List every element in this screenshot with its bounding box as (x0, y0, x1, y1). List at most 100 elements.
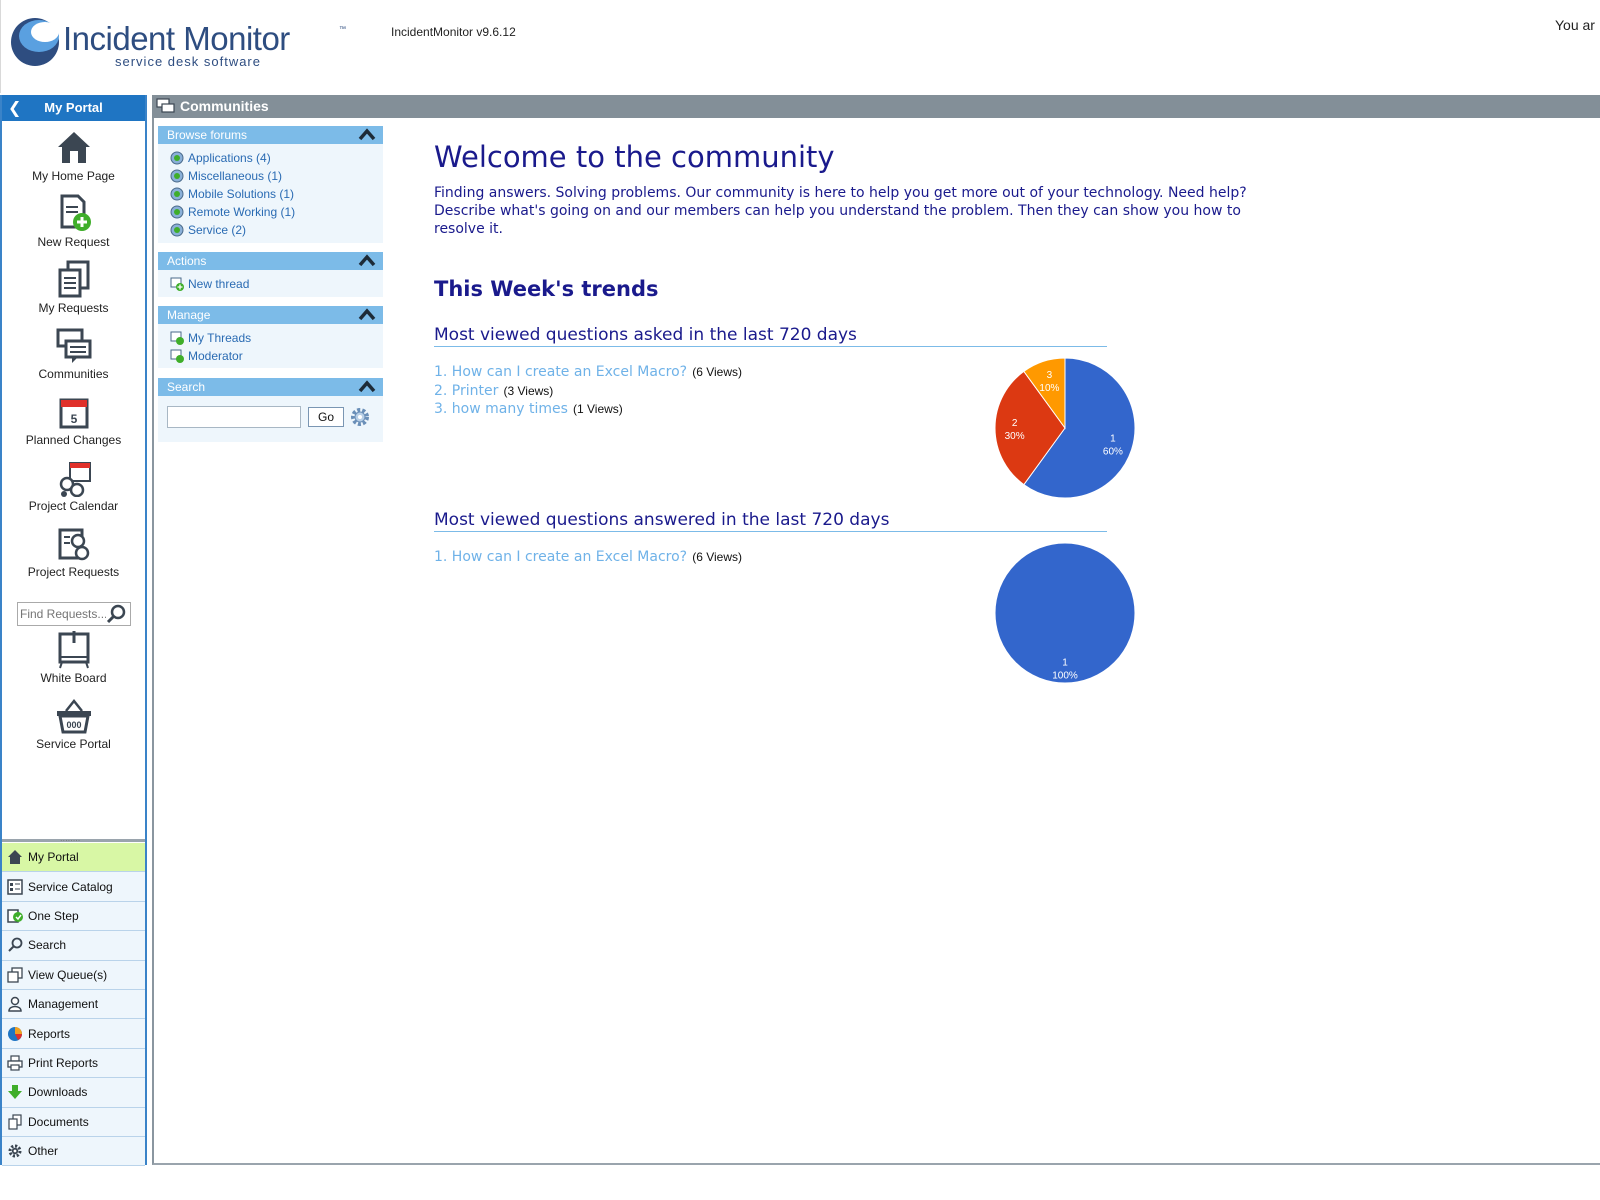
find-requests-field[interactable] (17, 602, 131, 626)
sidebar-item-new-request[interactable]: New Request (2, 193, 145, 249)
printer-icon (6, 1054, 24, 1072)
pie-slice-label: 1 (1110, 434, 1116, 445)
calendar-icon: 5 (59, 398, 88, 429)
splitter-grip: ........ (60, 834, 81, 843)
go-button[interactable]: Go (308, 407, 344, 427)
nav-item-search[interactable]: Search (2, 931, 145, 961)
collapse-icon[interactable] (358, 128, 376, 141)
actions-header[interactable]: Actions (158, 252, 383, 270)
download-icon (6, 1083, 24, 1101)
sidebar-nav-list: My Portal Service Catalog One Step Searc… (2, 843, 145, 1167)
sidebar-item-project-calendar[interactable]: Project Calendar (2, 461, 145, 513)
pie-slice-label: 1 (1062, 658, 1068, 669)
nav-item-documents[interactable]: Documents (2, 1107, 145, 1137)
nav-item-reports[interactable]: Reports (2, 1019, 145, 1049)
nav-item-service-catalog[interactable]: Service Catalog (2, 872, 145, 902)
forum-link-remote-working[interactable]: Remote Working (1) (170, 203, 383, 221)
sidebar-item-label: Project Requests (27, 565, 120, 579)
nav-item-one-step[interactable]: One Step (2, 901, 145, 932)
answered-views-pie-chart[interactable]: 1 100% (993, 541, 1137, 685)
nav-item-label: View Queue(s) (28, 967, 108, 982)
forum-icon (170, 187, 184, 201)
nav-item-label: Other (28, 1144, 59, 1159)
nav-item-view-queues[interactable]: View Queue(s) (2, 960, 145, 990)
sidebar-item-planned-changes[interactable]: 5 Planned Changes (2, 395, 145, 447)
forum-icon (170, 223, 184, 237)
nav-item-management[interactable]: Management (2, 989, 145, 1020)
question-views: (3 Views) (503, 383, 554, 398)
basket-icon: 000 (56, 698, 91, 734)
search-icon (6, 936, 24, 954)
sidebar-item-label: Service Portal (36, 737, 111, 751)
asked-views-pie-chart[interactable]: 1 60% 2 30% 3 10% (993, 356, 1137, 500)
panel-title: Manage (167, 308, 211, 322)
browse-forums-panel: Browse forums Applications (4) Miscellan… (158, 126, 383, 243)
search-settings-gear-icon[interactable] (349, 406, 371, 428)
find-requests-input[interactable] (20, 605, 106, 623)
collapse-icon[interactable] (358, 254, 376, 267)
user-icon (6, 995, 24, 1013)
sidebar-item-service-portal[interactable]: 000 Service Portal (2, 697, 145, 751)
sidebar-item-my-requests[interactable]: My Requests (2, 259, 145, 315)
search-panel: Search Go (158, 378, 383, 442)
forum-icon (170, 205, 184, 219)
question-link[interactable]: 1. How can I create an Excel Macro? (434, 364, 687, 380)
forum-link-applications[interactable]: Applications (4) (170, 149, 383, 167)
home-icon (57, 132, 90, 163)
forum-link-service[interactable]: Service (2) (170, 221, 383, 239)
question-link[interactable]: 3. how many times (434, 401, 568, 417)
nav-item-my-portal[interactable]: My Portal (2, 843, 145, 873)
sidebar-item-label: Project Calendar (28, 499, 119, 513)
collapse-icon[interactable] (358, 380, 376, 393)
logo-trademark: ™ (339, 26, 346, 33)
answered-question-list: 1. How can I create an Excel Macro? (6 V… (434, 546, 742, 565)
new-thread-link[interactable]: New thread (170, 275, 383, 293)
browse-forums-header[interactable]: Browse forums (158, 126, 383, 144)
question-row: 1. How can I create an Excel Macro? (6 V… (434, 361, 742, 380)
panel-title: Browse forums (167, 128, 248, 142)
nav-item-downloads[interactable]: Downloads (2, 1078, 145, 1108)
my-threads-link[interactable]: My Threads (170, 329, 383, 347)
welcome-heading: Welcome to the community (434, 140, 835, 174)
forum-search-input[interactable] (167, 406, 301, 428)
sidebar-item-label: My Requests (38, 301, 109, 315)
svg-text:5: 5 (70, 412, 77, 426)
left-sidebar: ❮ My Portal My Home Page New Request My … (0, 95, 147, 1167)
logo-title: Incident Monitor (63, 20, 290, 57)
sidebar-item-my-home-page[interactable]: My Home Page (2, 127, 145, 183)
magnifier-icon[interactable] (106, 604, 128, 624)
question-link[interactable]: 2. Printer (434, 383, 498, 399)
documents-icon (6, 1113, 24, 1131)
sidebar-item-label: Planned Changes (25, 433, 122, 447)
community-content: Welcome to the community Finding answers… (434, 140, 1334, 565)
collapse-icon[interactable] (358, 308, 376, 321)
actions-panel: Actions New thread (158, 252, 383, 297)
pie-slice-percent: 100% (1052, 671, 1078, 682)
asked-question-list: 1. How can I create an Excel Macro? (6 V… (434, 361, 742, 417)
sidebar-item-white-board[interactable]: White Board (2, 631, 145, 685)
question-row: 1. How can I create an Excel Macro? (6 V… (434, 546, 742, 565)
answered-section-title: Most viewed questions answered in the la… (434, 510, 1107, 532)
search-header[interactable]: Search (158, 378, 383, 396)
sidebar-item-label: Communities (38, 367, 109, 381)
user-greeting: You ar (1555, 17, 1595, 33)
incident-monitor-logo[interactable]: Incident Monitor ™ service desk software (7, 14, 352, 74)
manage-header[interactable]: Manage (158, 306, 383, 324)
forum-link-mobile-solutions[interactable]: Mobile Solutions (1) (170, 185, 383, 203)
forum-link-miscellaneous[interactable]: Miscellaneous (1) (170, 167, 383, 185)
question-link[interactable]: 1. How can I create an Excel Macro? (434, 549, 687, 565)
panel-title: Actions (167, 254, 207, 268)
nav-item-print-reports[interactable]: Print Reports (2, 1048, 145, 1079)
nav-item-label: Downloads (28, 1085, 88, 1100)
nav-item-other[interactable]: Other (2, 1136, 145, 1167)
sidebar-splitter[interactable]: ........ (2, 832, 145, 843)
new-thread-icon (170, 277, 184, 291)
page-title: Communities (180, 98, 269, 114)
queue-icon (6, 966, 24, 984)
sidebar-item-communities[interactable]: Communities (2, 327, 145, 381)
nav-item-label: One Step (28, 908, 79, 923)
sidebar-item-project-requests[interactable]: Project Requests (2, 527, 145, 579)
app-header: Incident Monitor ™ service desk software… (0, 0, 1600, 93)
moderator-link[interactable]: Moderator (170, 347, 383, 365)
threads-icon (170, 331, 184, 345)
